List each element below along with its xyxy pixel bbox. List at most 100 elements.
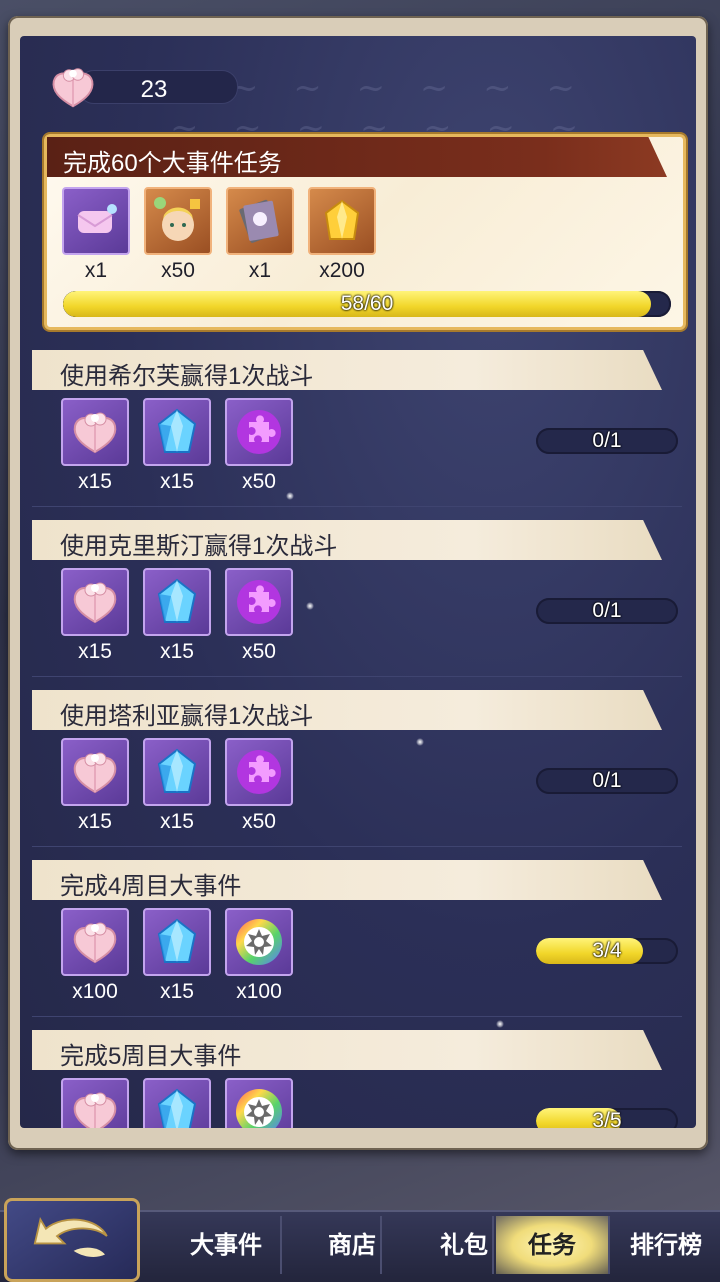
task-progress-bar: 0/1	[536, 598, 678, 624]
reward-item[interactable]: x100	[60, 908, 130, 1004]
featured-task[interactable]: 完成60个大事件任务 x1 x50 x1 x200 58/60	[44, 134, 686, 330]
reward-item[interactable]: x15	[142, 568, 212, 664]
progress-label: 3/4	[592, 939, 622, 962]
task-title: 完成5周目大事件	[60, 1043, 242, 1070]
nav-tab-4[interactable]: 排行榜	[612, 1216, 720, 1274]
gift-box-icon	[61, 1078, 129, 1128]
divider	[32, 846, 682, 847]
nav-separator	[380, 1216, 382, 1274]
gift-box-icon	[61, 568, 129, 636]
back-button[interactable]	[4, 1198, 140, 1282]
task-title: 使用克里斯汀赢得1次战斗	[60, 533, 338, 560]
reward-item[interactable]: x15	[142, 908, 212, 1004]
task-progress-bar: 3/5	[536, 1108, 678, 1128]
currency-value: 23	[140, 76, 168, 103]
reward-item[interactable]: x100	[224, 908, 294, 1004]
reward-item[interactable]: x15	[60, 738, 130, 834]
sparkle-icon	[496, 1020, 504, 1028]
rainbow-gear-icon	[225, 908, 293, 976]
nav-separator	[280, 1216, 282, 1274]
reward-count: x100	[236, 980, 282, 1003]
task-header: 使用塔利亚赢得1次战斗	[32, 690, 662, 730]
blue-gem-icon	[143, 1078, 211, 1128]
task-rewards: x15 x15 x50	[60, 568, 294, 664]
blue-gem-icon	[143, 398, 211, 466]
reward-count: x15	[78, 640, 112, 663]
progress-label: 3/5	[592, 1109, 622, 1128]
reward-item[interactable]: x1	[61, 187, 131, 283]
reward-item[interactable]: x15	[142, 738, 212, 834]
nav-tab-0[interactable]: 大事件	[170, 1216, 282, 1274]
featured-rewards: x1 x50 x1 x200	[61, 187, 377, 283]
nav-separator	[492, 1216, 494, 1274]
reward-count: x100	[72, 980, 118, 1003]
progress-label: 58/60	[340, 292, 394, 315]
task-header: 完成4周目大事件	[32, 860, 662, 900]
reward-count: x50	[242, 640, 276, 663]
task-rewards: x15 x15 x50	[60, 738, 294, 834]
gift-box-icon	[61, 908, 129, 976]
reward-item[interactable]: x50	[224, 398, 294, 494]
reward-item[interactable]: x15	[142, 398, 212, 494]
character-puzzle-icon	[144, 187, 212, 255]
task-progress-bar: 0/1	[536, 768, 678, 794]
reward-count: x15	[78, 810, 112, 833]
nav-tab-3[interactable]: 任务	[496, 1216, 608, 1274]
task-title: 使用希尔芙赢得1次战斗	[60, 363, 314, 390]
reward-item[interactable]	[224, 1078, 294, 1128]
currency-display: 23	[48, 62, 238, 112]
task-rewards	[60, 1078, 294, 1128]
reward-count: x50	[161, 259, 195, 282]
puzzle-piece-icon	[225, 398, 293, 466]
reward-item[interactable]	[60, 1078, 130, 1128]
featured-task-title: 完成60个大事件任务	[63, 150, 282, 177]
task-title: 使用塔利亚赢得1次战斗	[60, 703, 314, 730]
task-progress-bar: 0/1	[536, 428, 678, 454]
reward-count: x50	[242, 470, 276, 493]
task-progress-bar: 3/4	[536, 938, 678, 964]
back-arrow-icon	[33, 1217, 108, 1257]
sparkle-icon	[416, 738, 424, 746]
reward-count: x1	[248, 259, 272, 282]
reward-item[interactable]: x200	[307, 187, 377, 283]
reward-count: x15	[160, 640, 194, 663]
divider	[32, 676, 682, 677]
task-panel: ~ ~ ~ ~ ~ ~ ~ ~ ~ ~ ~ ~ ~ 23 完成60个大事件任务 …	[20, 36, 696, 1128]
gift-box-icon	[61, 398, 129, 466]
blue-gem-icon	[143, 738, 211, 806]
reward-count: x50	[242, 810, 276, 833]
progress-label: 0/1	[592, 769, 622, 792]
reward-item[interactable]: x50	[143, 187, 213, 283]
featured-progress-bar: 58/60	[63, 291, 671, 317]
blue-gem-icon	[143, 908, 211, 976]
reward-count: x1	[84, 259, 108, 282]
task-rewards: x100 x15 x100	[60, 908, 294, 1004]
gift-box-icon	[48, 62, 98, 112]
reward-count: x15	[78, 470, 112, 493]
reward-count: x15	[160, 810, 194, 833]
task-rewards: x15 x15 x50	[60, 398, 294, 494]
envelope-icon	[62, 187, 130, 255]
task-header: 使用克里斯汀赢得1次战斗	[32, 520, 662, 560]
reward-count: x15	[160, 470, 194, 493]
background-decoration: ~ ~ ~ ~ ~ ~	[230, 68, 587, 108]
puzzle-piece-icon	[225, 738, 293, 806]
reward-count: x15	[160, 980, 194, 1003]
nav-tab-1[interactable]: 商店	[296, 1216, 408, 1274]
puzzle-piece-icon	[225, 568, 293, 636]
progress-label: 0/1	[592, 429, 622, 452]
reward-item[interactable]: x50	[224, 568, 294, 664]
divider	[32, 506, 682, 507]
reward-item[interactable]: x1	[225, 187, 295, 283]
reward-item[interactable]: x15	[60, 568, 130, 664]
task-header: 完成5周目大事件	[32, 1030, 662, 1070]
nav-separator	[608, 1216, 610, 1274]
reward-item[interactable]: x50	[224, 738, 294, 834]
progress-label: 0/1	[592, 599, 622, 622]
blue-gem-icon	[143, 568, 211, 636]
reward-count: x200	[319, 259, 365, 282]
task-title: 完成4周目大事件	[60, 873, 242, 900]
reward-item[interactable]	[142, 1078, 212, 1128]
gift-box-icon	[61, 738, 129, 806]
reward-item[interactable]: x15	[60, 398, 130, 494]
